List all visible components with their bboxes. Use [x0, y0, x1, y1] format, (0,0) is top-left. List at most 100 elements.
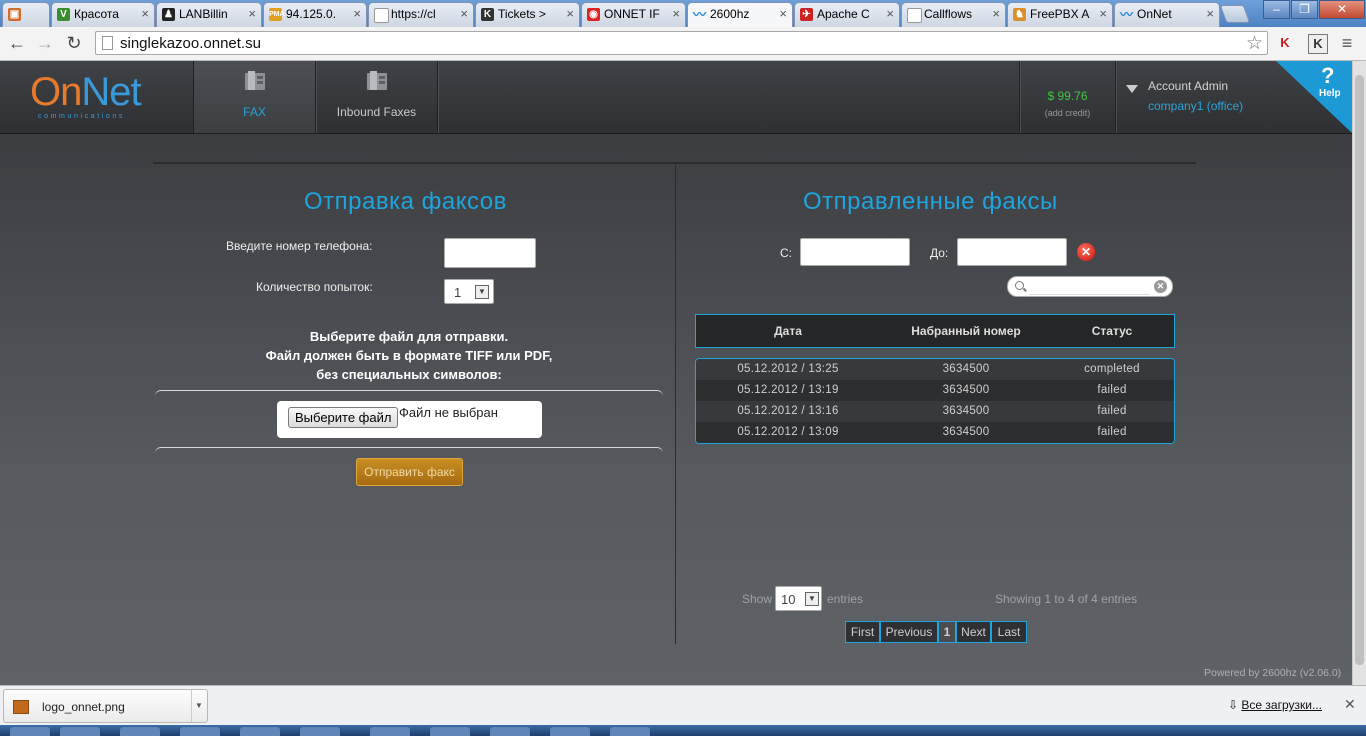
url-text[interactable]: singlekazoo.onnet.su — [120, 35, 261, 52]
browser-tab[interactable]: ✈ Apache C × — [794, 2, 900, 27]
kaspersky-icon[interactable]: K — [1276, 34, 1294, 52]
page-length-select[interactable]: 10 ▼ — [775, 586, 822, 611]
cell-date: 05.12.2012 / 13:19 — [737, 384, 839, 396]
forward-arrow-icon[interactable]: → — [34, 32, 56, 54]
nav-tab-fax[interactable]: FAX — [194, 61, 315, 133]
account-company[interactable]: company1 (office) — [1148, 99, 1243, 113]
onnet-icon: ◉ — [587, 8, 600, 21]
tab-close-icon[interactable]: × — [992, 6, 1000, 21]
chevron-down-icon[interactable] — [1126, 85, 1138, 93]
taskbar-item[interactable] — [610, 727, 650, 736]
page-scrollbar[interactable] — [1352, 61, 1366, 685]
show-all-downloads-link[interactable]: ⇩ Все загрузки... — [1228, 698, 1322, 712]
help-label: Help — [1319, 88, 1341, 99]
tab-close-icon[interactable]: × — [566, 6, 574, 21]
column-header-status[interactable]: Статус — [1052, 324, 1172, 338]
account-menu[interactable]: Account Admin company1 (office) — [1118, 61, 1288, 133]
browser-toolbar: ← → ↻ singlekazoo.onnet.su ☆ K K ≡ — [0, 27, 1366, 61]
browser-tab[interactable]: K Tickets > × — [475, 2, 580, 27]
credit-amount: $ 99.76 — [1047, 89, 1088, 103]
add-credit-link[interactable]: (add credit) — [1020, 108, 1115, 118]
browser-tab[interactable]: ◉ ONNET IF × — [581, 2, 686, 27]
menu-wrench-icon[interactable]: ≡ — [1338, 34, 1356, 52]
address-bar[interactable]: singlekazoo.onnet.su ☆ — [95, 31, 1268, 55]
taskbar-item[interactable] — [300, 727, 340, 736]
download-arrow-icon: ⇩ — [1228, 698, 1239, 712]
attempts-select[interactable]: 1 ▼ — [444, 279, 494, 304]
close-shelf-icon[interactable]: ✕ — [1344, 696, 1356, 713]
taskbar-item[interactable] — [60, 727, 100, 736]
cell-number: 3634500 — [942, 426, 990, 438]
browser-tab[interactable]: PMA 94.125.0. × — [263, 2, 367, 27]
taskbar-item[interactable] — [10, 727, 50, 736]
tab-close-icon[interactable]: × — [1099, 6, 1107, 21]
taskbar-item[interactable] — [430, 727, 470, 736]
table-row[interactable]: 05.12.2012 / 13:16 3634500 failed — [696, 401, 1174, 422]
browser-tab[interactable]: Callflows × — [901, 2, 1006, 27]
page-last-button[interactable]: Last — [991, 621, 1027, 643]
from-date-input[interactable] — [800, 238, 910, 266]
browser-tab[interactable]: ♟ LANBillin × — [156, 2, 262, 27]
bookmark-star-icon[interactable]: ☆ — [1246, 32, 1263, 55]
tab-close-icon[interactable]: × — [672, 6, 680, 21]
page-icon — [374, 8, 389, 23]
page-next-button[interactable]: Next — [956, 621, 991, 643]
browser-tab[interactable]: ♞ FreePBX A × — [1007, 2, 1113, 27]
taskbar-item[interactable] — [180, 727, 220, 736]
page-previous-button[interactable]: Previous — [880, 621, 938, 643]
page-number-button[interactable]: 1 — [938, 621, 956, 643]
taskbar-item[interactable] — [120, 727, 160, 736]
browser-tab-pinned[interactable]: ▣ — [2, 2, 50, 27]
cell-status: failed — [1097, 405, 1127, 417]
back-arrow-icon[interactable]: ← — [6, 32, 28, 54]
browser-tab[interactable]: 〰 OnNet × — [1114, 2, 1220, 27]
column-header-number[interactable]: Набранный номер — [880, 324, 1052, 338]
k-extension-icon[interactable]: K — [1308, 34, 1328, 54]
search-input[interactable] — [1029, 279, 1150, 295]
table-row[interactable]: 05.12.2012 / 13:09 3634500 failed — [696, 422, 1174, 443]
scrollbar-thumb[interactable] — [1355, 75, 1364, 665]
new-tab-button[interactable] — [1219, 5, 1251, 23]
help-button[interactable]: ? Help — [1276, 61, 1352, 133]
taskbar-item[interactable] — [490, 727, 530, 736]
taskbar-item[interactable] — [550, 727, 590, 736]
browser-tab-active[interactable]: 〰 2600hz × — [687, 2, 793, 27]
phone-number-input[interactable] — [444, 238, 536, 268]
header-divider — [1115, 61, 1116, 133]
browser-tab[interactable]: V Красота × — [51, 2, 155, 27]
table-row[interactable]: 05.12.2012 / 13:25 3634500 completed — [696, 359, 1174, 380]
page-first-button[interactable]: First — [845, 621, 880, 643]
to-date-input[interactable] — [957, 238, 1067, 266]
tab-close-icon[interactable]: × — [141, 6, 149, 21]
choose-file-button[interactable]: Выберите файл — [288, 407, 399, 428]
send-fax-button[interactable]: Отправить факс — [356, 458, 463, 486]
minimize-button[interactable]: – — [1263, 0, 1290, 19]
tab-close-icon[interactable]: × — [779, 6, 787, 21]
tab-close-icon[interactable]: × — [353, 6, 361, 21]
clear-search-icon[interactable]: ✕ — [1154, 280, 1167, 293]
browser-tab[interactable]: https://cl × — [368, 2, 474, 27]
pma-icon: PMA — [269, 8, 285, 21]
taskbar-item[interactable] — [370, 727, 410, 736]
tab-close-icon[interactable]: × — [248, 6, 256, 21]
tab-close-icon[interactable]: × — [886, 6, 894, 21]
onnet-logo[interactable]: OnNet communications — [30, 71, 165, 126]
table-search[interactable]: ✕ — [1007, 276, 1173, 297]
credit-widget[interactable]: $ 99.76 (add credit) — [1020, 61, 1115, 133]
app-header: OnNet communications FAX Inbound Faxes $… — [0, 61, 1366, 134]
taskbar-item[interactable] — [240, 727, 280, 736]
nav-tab-inbound-faxes[interactable]: Inbound Faxes — [316, 61, 437, 133]
chevron-down-icon[interactable]: ▼ — [191, 690, 206, 722]
wave-icon: 〰 — [1120, 7, 1134, 22]
restore-button[interactable]: ❐ — [1291, 0, 1318, 19]
table-row[interactable]: 05.12.2012 / 13:19 3634500 failed — [696, 380, 1174, 401]
column-header-date[interactable]: Дата — [696, 324, 880, 338]
tab-close-icon[interactable]: × — [460, 6, 468, 21]
tab-close-icon[interactable]: × — [1206, 6, 1214, 21]
close-window-button[interactable]: ✕ — [1319, 0, 1365, 19]
clear-dates-icon[interactable]: ✕ — [1077, 243, 1095, 261]
phone-label: Введите номер телефона: — [226, 239, 373, 253]
download-item[interactable]: logo_onnet.png ▼ — [3, 689, 208, 723]
reload-icon[interactable]: ↻ — [63, 32, 85, 54]
table-header: Дата Набранный номер Статус — [695, 314, 1175, 348]
